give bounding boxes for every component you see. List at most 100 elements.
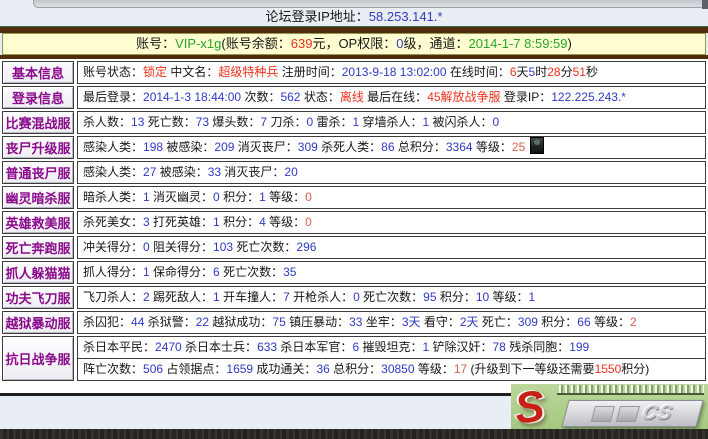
text-segment: 账号状态： [83, 65, 143, 79]
text-segment: 51 [573, 65, 586, 79]
text-segment: 死亡数： [144, 115, 195, 129]
text-segment: 踢死敌人： [150, 290, 213, 304]
text-segment: 秒 [586, 65, 598, 79]
stats-cell: 杀人数：13 死亡数：73 爆头数：7 刀杀：0 雷杀：1 穿墙杀人：1 被闪杀… [77, 111, 706, 134]
text-segment: 45解放战争服 [427, 90, 500, 104]
watermark-glyph-block [590, 406, 614, 422]
text-segment: 状态： [300, 90, 339, 104]
text-segment: 杀日本平民： [83, 340, 155, 354]
text-segment: 积分) [621, 362, 649, 376]
text-segment: 总积分： [395, 140, 446, 154]
text-segment: 0 [305, 215, 312, 229]
nav-button-3[interactable]: 丧尸升级服 [2, 136, 74, 159]
text-segment: 铲除汉奸： [429, 340, 492, 354]
table-row: 幽灵暗杀服暗杀人类：1 消灭幽灵：0 积分：1 等级：0 [2, 186, 706, 209]
text-segment: 0 [143, 240, 150, 254]
stats-line: 杀人数：13 死亡数：73 爆头数：7 刀杀：0 雷杀：1 穿墙杀人：1 被闪杀… [78, 112, 705, 133]
text-segment: 积分： [220, 215, 259, 229]
stats-cell: 冲关得分：0 阻关得分：103 死亡次数：296 [77, 236, 706, 259]
text-segment: 超级特种兵 [218, 65, 278, 79]
text-segment: 最后登录： [83, 90, 143, 104]
text-segment: 积分： [437, 290, 476, 304]
text-segment: 0 [493, 115, 500, 129]
text-segment: 等级： [489, 290, 528, 304]
nav-button-7[interactable]: 死亡奔跑服 [2, 236, 74, 259]
text-segment: 0 [305, 190, 312, 204]
text-segment: 22 [196, 315, 209, 329]
nav-button-11[interactable]: 抗日战争服 [2, 336, 74, 381]
stats-cell: 杀日本平民：2470 杀日本士兵：633 杀日本军官：6 摧毁坦克：1 铲除汉奸… [77, 336, 706, 381]
stats-table: 基本信息账号状态：锁定 中文名：超级特种兵 注册时间：2013-9-18 13:… [0, 59, 708, 393]
stats-cell: 杀死美女：3 打死英雄：1 积分：4 等级：0 [77, 211, 706, 234]
account-info-bar: 账号：VIP-x1g(账号余额：639元，OP权限：0级，通道：2014-1-7… [2, 33, 706, 55]
stats-cell: 暗杀人类：1 消灭幽灵：0 积分：1 等级：0 [77, 186, 706, 209]
text-segment: 天 [517, 65, 529, 79]
watermark-logo: CS S [511, 384, 708, 432]
nav-button-0[interactable]: 基本信息 [2, 61, 74, 84]
text-segment: 杀日本军官： [277, 340, 352, 354]
text-segment: 摧毁坦克： [359, 340, 422, 354]
stats-cell: 感染人类：198 被感染：209 消灭丧尸：309 杀死人类：86 总积分：33… [77, 136, 706, 159]
text-segment: 死亡次数： [220, 265, 283, 279]
text-segment: 78 [493, 340, 506, 354]
nav-button-5[interactable]: 幽灵暗杀服 [2, 186, 74, 209]
text-segment: VIP-x1g [175, 36, 221, 51]
text-segment: 0 [213, 190, 220, 204]
text-segment: 阵亡次数： [83, 362, 143, 376]
text-segment: 1659 [226, 362, 253, 376]
nav-button-2[interactable]: 比赛混战服 [2, 111, 74, 134]
stats-line: 抓人得分：1 保命得分：6 死亡次数：35 [78, 262, 705, 283]
text-segment: 时 [535, 65, 547, 79]
text-segment: 抓人得分： [83, 265, 143, 279]
text-segment: 27 [143, 165, 156, 179]
text-segment: 2014-1-7 8:59:59 [468, 36, 567, 51]
text-segment: 6 [510, 65, 517, 79]
text-segment: 1 [213, 290, 220, 304]
stats-line: 飞刀杀人：2 踢死敌人：1 开车撞人：7 开枪杀人：0 死亡次数：95 积分：1… [78, 287, 705, 308]
text-segment: 死亡次数： [233, 240, 296, 254]
table-row: 抗日战争服杀日本平民：2470 杀日本士兵：633 杀日本军官：6 摧毁坦克：1… [2, 336, 706, 381]
text-segment: 注册时间： [278, 65, 341, 79]
text-segment: 飞刀杀人： [83, 290, 143, 304]
nav-button-6[interactable]: 英雄救美服 [2, 211, 74, 234]
text-segment: 死亡： [479, 315, 518, 329]
table-row: 登录信息最后登录：2014-1-3 18:44:00 次数：562 状态：离线 … [2, 86, 706, 109]
bottom-dark-bar [0, 429, 708, 439]
nav-button-9[interactable]: 功夫飞刀服 [2, 286, 74, 309]
text-segment: 阻关得分： [150, 240, 213, 254]
nav-button-8[interactable]: 抓人躲猫猫 [2, 261, 74, 284]
text-segment: 冲关得分： [83, 240, 143, 254]
text-segment: 6 [213, 265, 220, 279]
forum-login-ip-line: 论坛登录IP地址：58.253.141.* [0, 7, 708, 26]
text-segment: 账号： [136, 36, 175, 51]
text-segment: 10 [476, 290, 489, 304]
text-segment: 积分： [220, 190, 259, 204]
stats-line: 阵亡次数：506 占领据点：1659 成功通关：36 总积分：30850 等级：… [78, 358, 705, 380]
nav-button-4[interactable]: 普通丧尸服 [2, 161, 74, 184]
text-segment: 95 [423, 290, 436, 304]
text-segment: 被感染： [163, 140, 214, 154]
text-segment: ) [568, 36, 572, 51]
text-segment: 506 [143, 362, 163, 376]
text-segment: 17 [454, 362, 467, 376]
text-segment: 死亡次数： [360, 290, 423, 304]
text-segment: 感染人类： [83, 165, 143, 179]
text-segment: 残杀同胞： [506, 340, 569, 354]
text-segment: 0 [353, 290, 360, 304]
text-segment: 2014-1-3 18:44:00 [143, 90, 241, 104]
text-segment: 1 [143, 190, 150, 204]
text-segment: 论坛登录IP地址： [265, 9, 368, 24]
stats-cell: 感染人类：27 被感染：33 消灭丧尸：20 [77, 161, 706, 184]
text-segment: 离线 [340, 90, 364, 104]
nav-button-10[interactable]: 越狱暴动服 [2, 311, 74, 334]
watermark-s-emblem: S [513, 384, 547, 432]
text-segment: 开车撞人： [220, 290, 283, 304]
text-segment: 30850 [381, 362, 414, 376]
nav-button-1[interactable]: 登录信息 [2, 86, 74, 109]
text-segment: 639 [291, 36, 313, 51]
table-row: 丧尸升级服感染人类：198 被感染：209 消灭丧尸：309 杀死人类：86 总… [2, 136, 706, 159]
text-segment: 最后在线： [364, 90, 427, 104]
text-segment: 消灭丧尸： [221, 165, 284, 179]
table-row: 比赛混战服杀人数：13 死亡数：73 爆头数：7 刀杀：0 雷杀：1 穿墙杀人：… [2, 111, 706, 134]
text-segment: 309 [298, 140, 318, 154]
